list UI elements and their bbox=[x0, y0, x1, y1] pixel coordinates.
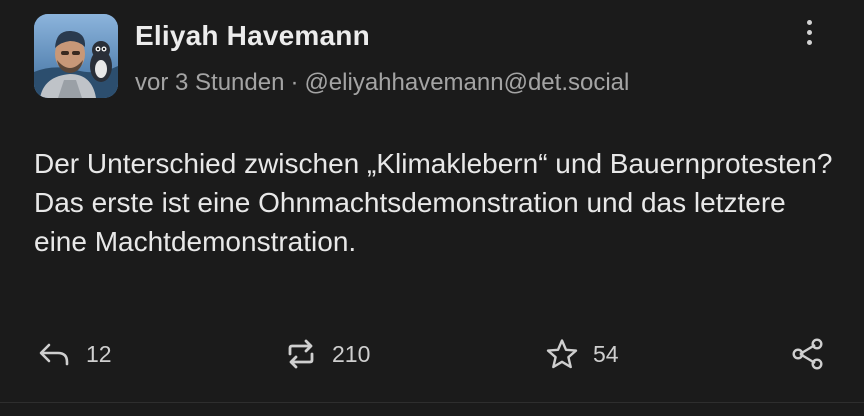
avatar[interactable] bbox=[34, 14, 118, 98]
post-meta: vor 3 Stunden · @eliyahhavemann@det.social bbox=[135, 69, 629, 97]
status-card[interactable]: Eliyah Havemann vor 3 Stunden · @eliyahhav… bbox=[0, 0, 864, 402]
author-handle[interactable]: @eliyahhavemann@det.social bbox=[304, 69, 629, 96]
author-display-name[interactable]: Eliyah Havemann bbox=[135, 20, 370, 52]
divider bbox=[0, 402, 864, 403]
more-vertical-icon-dot bbox=[806, 29, 812, 35]
post-content-line: Der Unterschied zwischen „Klimaklebern“ … bbox=[34, 148, 833, 179]
share-button[interactable] bbox=[790, 334, 826, 374]
boost-button[interactable]: 210 bbox=[284, 334, 370, 374]
favourite-button[interactable]: 54 bbox=[545, 334, 619, 374]
avatar-image bbox=[34, 14, 118, 98]
post-content-line: Das erste ist eine Ohnmachtsdemonstratio… bbox=[34, 187, 786, 257]
boost-icon bbox=[288, 339, 314, 369]
reply-button[interactable]: 12 bbox=[38, 334, 112, 374]
favourite-count: 54 bbox=[593, 340, 619, 367]
post-content: Der Unterschied zwischen „Klimaklebern“ … bbox=[34, 144, 834, 261]
meta-separator: · bbox=[290, 69, 299, 96]
boost-count: 210 bbox=[332, 340, 371, 367]
more-vertical-icon bbox=[806, 19, 812, 25]
more-vertical-icon-dot bbox=[806, 39, 812, 45]
star-icon bbox=[546, 339, 578, 369]
reply-count: 12 bbox=[86, 340, 112, 367]
post-timestamp[interactable]: vor 3 Stunden bbox=[135, 69, 284, 96]
share-icon bbox=[792, 338, 823, 370]
reply-icon bbox=[39, 343, 69, 366]
more-menu-button[interactable] bbox=[794, 14, 824, 50]
